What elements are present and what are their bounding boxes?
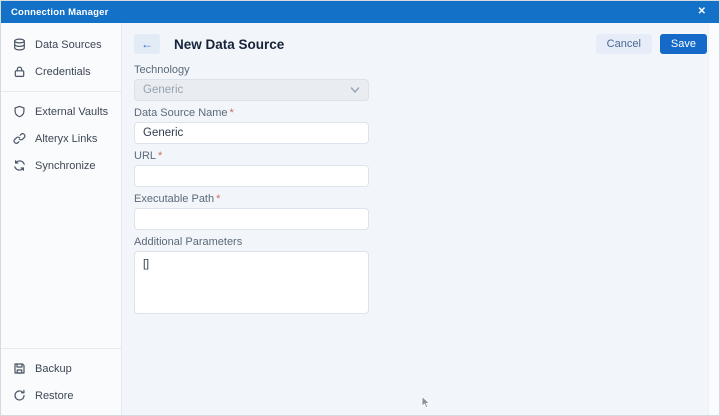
sync-icon <box>13 159 26 172</box>
field-label: URL* <box>134 150 369 162</box>
field-label-text: Technology <box>134 64 190 76</box>
sidebar-item-data-sources[interactable]: Data Sources <box>1 31 121 58</box>
sidebar: Data Sources Credentials External Vaults <box>1 23 122 415</box>
database-icon <box>13 38 26 51</box>
sidebar-item-label: Backup <box>35 363 72 375</box>
restore-icon <box>13 389 26 402</box>
save-disk-icon <box>13 362 26 375</box>
required-marker: * <box>230 107 234 119</box>
page-header: ← New Data Source Cancel Save <box>122 23 719 56</box>
field-url: URL* <box>134 150 369 187</box>
additional-parameters-textarea[interactable]: [] <box>134 251 369 314</box>
field-label-text: Data Source Name <box>134 107 228 119</box>
sidebar-item-restore[interactable]: Restore <box>1 382 121 409</box>
sidebar-spacer <box>1 179 121 342</box>
field-executable-path: Executable Path* <box>134 193 369 230</box>
sidebar-item-label: Synchronize <box>35 160 96 172</box>
title-bar: Connection Manager ✕ <box>1 1 719 23</box>
selected-value: Generic <box>143 84 350 96</box>
page-title: New Data Source <box>174 37 284 52</box>
back-arrow-icon: ← <box>141 37 153 51</box>
header-actions: Cancel Save <box>596 34 707 54</box>
field-label-text: URL <box>134 150 156 162</box>
connection-manager-window: Connection Manager ✕ Data Sources Creden… <box>0 0 720 416</box>
field-data-source-name: Data Source Name* <box>134 107 369 144</box>
sidebar-item-backup[interactable]: Backup <box>1 355 121 382</box>
field-label-text: Additional Parameters <box>134 236 242 248</box>
field-label: Additional Parameters <box>134 236 369 248</box>
technology-select[interactable]: Generic <box>134 79 369 101</box>
back-button[interactable]: ← <box>134 34 160 54</box>
required-marker: * <box>216 193 220 205</box>
cancel-button[interactable]: Cancel <box>596 34 652 54</box>
field-label: Executable Path* <box>134 193 369 205</box>
field-label-text: Executable Path <box>134 193 214 205</box>
field-label: Technology <box>134 64 369 76</box>
sidebar-item-alteryx-links[interactable]: Alteryx Links <box>1 125 121 152</box>
link-icon <box>13 132 26 145</box>
save-button[interactable]: Save <box>660 34 707 54</box>
url-input[interactable] <box>134 165 369 187</box>
shield-icon <box>13 105 26 118</box>
scrollbar-track[interactable] <box>708 23 719 415</box>
window-body: Data Sources Credentials External Vaults <box>1 23 719 415</box>
sidebar-item-label: Restore <box>35 390 74 402</box>
sidebar-divider <box>1 348 121 349</box>
close-icon[interactable]: ✕ <box>695 5 709 19</box>
sidebar-bottom-group: Backup Restore <box>1 342 121 409</box>
data-source-form: Technology Generic Data Source Name* <box>134 64 369 319</box>
sidebar-item-label: Alteryx Links <box>35 133 97 145</box>
main-panel: ← New Data Source Cancel Save Technology… <box>122 23 719 415</box>
sidebar-item-label: External Vaults <box>35 106 108 118</box>
lock-icon <box>13 65 26 78</box>
sidebar-item-synchronize[interactable]: Synchronize <box>1 152 121 179</box>
chevron-down-icon <box>350 85 360 95</box>
field-label: Data Source Name* <box>134 107 369 119</box>
window-title: Connection Manager <box>11 7 109 18</box>
sidebar-item-label: Data Sources <box>35 39 102 51</box>
sidebar-item-label: Credentials <box>35 66 91 78</box>
executable-path-input[interactable] <box>134 208 369 230</box>
data-source-name-input[interactable] <box>134 122 369 144</box>
required-marker: * <box>158 150 162 162</box>
sidebar-item-external-vaults[interactable]: External Vaults <box>1 98 121 125</box>
field-technology: Technology Generic <box>134 64 369 101</box>
sidebar-divider <box>1 91 121 92</box>
sidebar-item-credentials[interactable]: Credentials <box>1 58 121 85</box>
field-additional-parameters: Additional Parameters [] <box>134 236 369 319</box>
mouse-cursor <box>421 396 433 410</box>
